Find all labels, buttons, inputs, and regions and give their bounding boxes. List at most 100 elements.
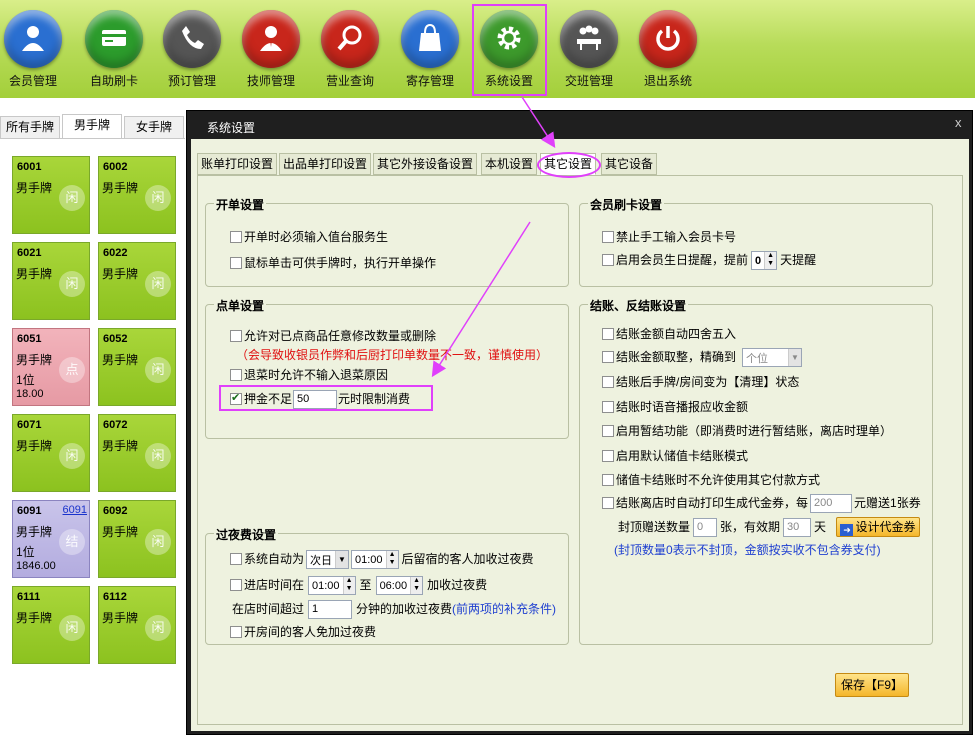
stored-card-mode-option[interactable]: 启用默认储值卡结账模式: [602, 447, 748, 464]
voice-amount-option[interactable]: 结账时语音播报应收金额: [602, 398, 748, 415]
enter-time-checkbox[interactable]: [230, 579, 242, 591]
card-number: 6092: [103, 505, 128, 517]
save-button[interactable]: 保存【F9】: [835, 673, 909, 697]
clean-status-option[interactable]: 结账后手牌/房间变为【清理】状态: [602, 373, 799, 390]
voucher-amount-input[interactable]: 200: [810, 494, 853, 514]
spin-icon[interactable]: ▲ ▼: [342, 577, 355, 595]
hand-tag-card[interactable]: 6071 男手牌闲: [12, 414, 90, 492]
require-waiter-checkbox[interactable]: [230, 231, 242, 243]
hand-tag-card[interactable]: 6001 男手牌闲: [12, 156, 90, 234]
reservation-management-button[interactable]: 预订管理: [152, 6, 232, 92]
modify-items-option[interactable]: 允许对已点商品任意修改数量或删除: [230, 327, 436, 344]
auto-overnight-option[interactable]: 系统自动为 次日 ▼ 01:00 ▲ ▼ 后留宿的客人加收过夜费: [230, 550, 534, 570]
birthday-days-input[interactable]: 0 ▲ ▼: [751, 251, 778, 271]
stored-card-mode-checkbox[interactable]: [602, 450, 614, 462]
hand-tag-card[interactable]: 6111 男手牌闲: [12, 586, 90, 664]
enter-time-option[interactable]: 进店时间在 01:00 ▲ ▼ 至 06:00 ▲ ▼ 加收过夜费: [230, 576, 487, 596]
voice-amount-checkbox[interactable]: [602, 401, 614, 413]
auto-round-option[interactable]: 结账金额自动四舍五入: [602, 325, 736, 342]
return-reason-checkbox[interactable]: [230, 369, 242, 381]
free-overnight-checkbox[interactable]: [230, 626, 242, 638]
clean-status-checkbox[interactable]: [602, 376, 614, 388]
member-management-label: 会员管理: [8, 74, 57, 88]
no-manual-card-option[interactable]: 禁止手工输入会员卡号: [602, 228, 736, 245]
card-type: 男手牌: [102, 353, 139, 367]
stored-card-exclusive-checkbox[interactable]: [602, 474, 614, 486]
temp-checkout-checkbox[interactable]: [602, 425, 614, 437]
hand-tag-card[interactable]: 6021 男手牌闲: [12, 242, 90, 320]
tab-external-devices[interactable]: 其它外接设备设置: [373, 153, 478, 175]
round-unit-select[interactable]: 个位 ▼: [742, 348, 803, 368]
click-open-checkbox[interactable]: [230, 257, 242, 269]
shift-management-button[interactable]: 交班管理: [549, 6, 629, 92]
chevron-down-icon: ▼: [788, 349, 802, 367]
enter-from-input[interactable]: 01:00 ▲ ▼: [308, 576, 356, 596]
tab-female-tags[interactable]: 女手牌: [124, 116, 184, 139]
voucher-note: (封顶数量0表示不封顶，金额按实收不包含券支付): [614, 543, 881, 557]
free-overnight-option[interactable]: 开房间的客人免加过夜费: [230, 623, 376, 640]
modify-items-checkbox[interactable]: [230, 330, 242, 342]
technician-management-label: 技师管理: [246, 74, 295, 88]
design-voucher-button[interactable]: ➜ 设计代金券: [836, 517, 920, 537]
technician-management-button[interactable]: 技师管理: [231, 6, 311, 92]
no-manual-card-checkbox[interactable]: [602, 231, 614, 243]
card-type: 男手牌: [102, 267, 139, 281]
hand-tag-card[interactable]: 6002 男手牌闲: [98, 156, 176, 234]
tab-dispatch-print[interactable]: 出品单打印设置: [279, 153, 372, 175]
click-open-option[interactable]: 鼠标单击可供手牌时，执行开单操作: [230, 254, 436, 271]
hand-tag-card[interactable]: 6092 男手牌闲: [98, 500, 176, 578]
hand-tag-card[interactable]: 6022 男手牌闲: [98, 242, 176, 320]
next-day-select[interactable]: 次日 ▼: [306, 550, 350, 570]
self-card-swipe-button[interactable]: 自助刷卡: [74, 6, 154, 92]
temp-checkout-option[interactable]: 启用暂结功能（即消费时进行暂结账，离店时理单）: [602, 422, 892, 439]
voucher-print-option[interactable]: 结账离店时自动打印生成代金券，每 200 元赠送1张券: [602, 494, 921, 514]
voucher-valid-input[interactable]: 30: [783, 518, 812, 538]
search-icon: [321, 10, 379, 68]
tab-other-devices[interactable]: 其它设备: [601, 153, 658, 175]
birthday-reminder-checkbox[interactable]: [602, 254, 614, 266]
business-query-button[interactable]: 营业查询: [310, 6, 390, 92]
member-management-button[interactable]: 会员管理: [0, 6, 73, 92]
enter-to-value: 06:00: [379, 579, 408, 592]
main-toolbar: 会员管理 自助刷卡 预订管理 技师管理 营业查询 寄存管理 系统设置 交班管理 …: [0, 0, 975, 98]
storage-management-button[interactable]: 寄存管理: [390, 6, 470, 92]
voucher-cap-input[interactable]: 0: [693, 518, 718, 538]
tab-local-settings[interactable]: 本机设置: [481, 153, 538, 175]
tab-all-tags[interactable]: 所有手牌: [0, 116, 60, 139]
hand-tag-card[interactable]: 6052 男手牌闲: [98, 328, 176, 406]
return-reason-option[interactable]: 退菜时允许不输入退菜原因: [230, 366, 388, 383]
exit-system-button[interactable]: 退出系统: [628, 6, 708, 92]
round-precision-option[interactable]: 结账金额取整，精确到 个位 ▼: [602, 348, 803, 368]
spin-icon[interactable]: ▲ ▼: [410, 577, 423, 595]
tab-divider: [0, 138, 185, 139]
stay-duration-note: (前两项的补充条件): [452, 602, 557, 616]
auto-round-checkbox[interactable]: [602, 328, 614, 340]
hand-tag-card[interactable]: 6112 男手牌闲: [98, 586, 176, 664]
card-link[interactable]: 6091: [63, 504, 87, 516]
card-type: 男手牌: [16, 439, 53, 453]
card-number: 6072: [103, 419, 128, 431]
other-settings-tab-highlight: [537, 152, 601, 178]
card-guests: 1位: [16, 373, 35, 387]
birthday-reminder-option[interactable]: 启用会员生日提醒，提前 0 ▲ ▼ 天提醒: [602, 251, 816, 271]
stay-duration-input[interactable]: 1: [308, 600, 353, 620]
hand-tag-card[interactable]: 6051 男手牌 1位 18.00 点: [12, 328, 90, 406]
auto-time-input[interactable]: 01:00 ▲ ▼: [351, 550, 399, 570]
spin-icon[interactable]: ▲ ▼: [385, 551, 398, 569]
hand-tag-card[interactable]: 6072 男手牌闲: [98, 414, 176, 492]
voucher-print-checkbox[interactable]: [602, 497, 614, 509]
card-number: 6022: [103, 247, 128, 259]
hand-tag-card[interactable]: 6091 6091 男手牌 1位 1846.00 结: [12, 500, 90, 578]
auto-overnight-checkbox[interactable]: [230, 553, 242, 565]
require-waiter-option[interactable]: 开单时必须输入值台服务生: [230, 228, 388, 245]
stored-card-exclusive-option[interactable]: 储值卡结账时不允许使用其它付款方式: [602, 471, 820, 488]
tab-bill-print[interactable]: 账单打印设置: [197, 153, 278, 175]
card-type: 男手牌: [16, 181, 53, 195]
tab-male-tags[interactable]: 男手牌: [62, 114, 122, 139]
round-precision-checkbox[interactable]: [602, 351, 614, 363]
enter-to-input[interactable]: 06:00 ▲ ▼: [375, 576, 424, 596]
spin-icon[interactable]: ▲ ▼: [764, 252, 777, 270]
voucher-valid-unit: 天: [814, 520, 827, 534]
checkout-title: 结账、反结账设置: [588, 297, 689, 314]
close-icon[interactable]: x: [955, 116, 965, 129]
